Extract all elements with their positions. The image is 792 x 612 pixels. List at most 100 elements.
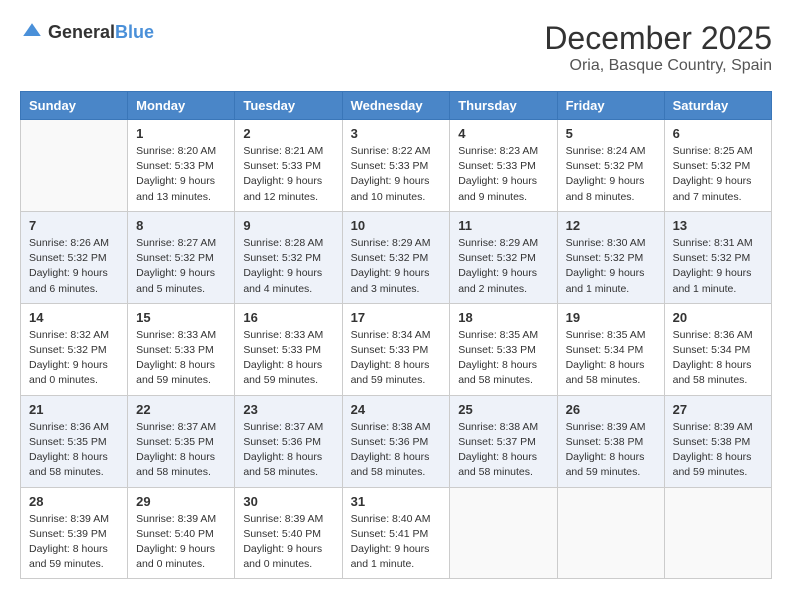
day-info: Sunrise: 8:33 AM Sunset: 5:33 PM Dayligh… — [136, 328, 226, 389]
day-number: 24 — [351, 402, 442, 417]
header-sunday: Sunday — [21, 92, 128, 120]
location-title: Oria, Basque Country, Spain — [544, 57, 772, 75]
day-number: 16 — [243, 310, 333, 325]
day-number: 27 — [673, 402, 763, 417]
calendar-cell: 24Sunrise: 8:38 AM Sunset: 5:36 PM Dayli… — [342, 395, 450, 487]
calendar-cell: 12 Sunrise: 8:30 AM Sunset: 5:32 PM Dayli… — [557, 211, 664, 303]
day-number: 23 — [243, 402, 333, 417]
day-number: 13 — [673, 218, 763, 233]
header-wednesday: Wednesday — [342, 92, 450, 120]
calendar-cell: 21 Sunrise: 8:36 AM Sunset: 5:35 PM Dayli… — [21, 395, 128, 487]
calendar: SundayMondayTuesdayWednesdayThursdayFrid… — [20, 91, 772, 579]
day-info: Sunrise: 8:37 AM Sunset: 5:35 PM Dayligh… — [136, 420, 226, 481]
day-info: Sunrise: 8:26 AM Sunset: 5:32 PM Dayligh… — [29, 236, 119, 297]
day-info: Sunrise: 8:39 AM Sunset: 5:39 PM Dayligh… — [29, 512, 119, 573]
day-number: 8 — [136, 218, 226, 233]
header-saturday: Saturday — [664, 92, 771, 120]
calendar-cell: 28 Sunrise: 8:39 AM Sunset: 5:39 PM Dayli… — [21, 487, 128, 579]
calendar-cell — [450, 487, 557, 579]
day-number: 21 — [29, 402, 119, 417]
day-number: 28 — [29, 494, 119, 509]
calendar-week-2: 7 Sunrise: 8:26 AM Sunset: 5:32 PM Daylig… — [21, 211, 772, 303]
calendar-cell: 19Sunrise: 8:35 AM Sunset: 5:34 PM Dayli… — [557, 303, 664, 395]
calendar-cell: 15 Sunrise: 8:33 AM Sunset: 5:33 PM Dayli… — [128, 303, 235, 395]
logo-icon — [20, 20, 44, 44]
day-info: Sunrise: 8:38 AM Sunset: 5:37 PM Dayligh… — [458, 420, 548, 481]
day-number: 6 — [673, 126, 763, 141]
calendar-cell: 16Sunrise: 8:33 AM Sunset: 5:33 PM Dayli… — [235, 303, 342, 395]
day-info: Sunrise: 8:36 AM Sunset: 5:34 PM Dayligh… — [673, 328, 763, 389]
day-number: 26 — [566, 402, 656, 417]
day-info: Sunrise: 8:29 AM Sunset: 5:32 PM Dayligh… — [458, 236, 548, 297]
logo-general: General — [48, 23, 115, 41]
calendar-cell: 13Sunrise: 8:31 AM Sunset: 5:32 PM Dayli… — [664, 211, 771, 303]
calendar-week-4: 21 Sunrise: 8:36 AM Sunset: 5:35 PM Dayli… — [21, 395, 772, 487]
day-number: 3 — [351, 126, 442, 141]
day-info: Sunrise: 8:24 AM Sunset: 5:32 PM Dayligh… — [566, 144, 656, 205]
day-number: 1 — [136, 126, 226, 141]
day-info: Sunrise: 8:39 AM Sunset: 5:38 PM Dayligh… — [673, 420, 763, 481]
day-info: Sunrise: 8:25 AM Sunset: 5:32 PM Dayligh… — [673, 144, 763, 205]
day-info: Sunrise: 8:29 AM Sunset: 5:32 PM Dayligh… — [351, 236, 442, 297]
calendar-cell: 20 Sunrise: 8:36 AM Sunset: 5:34 PM Dayli… — [664, 303, 771, 395]
calendar-cell: 3 Sunrise: 8:22 AM Sunset: 5:33 PM Daylig… — [342, 120, 450, 212]
day-info: Sunrise: 8:35 AM Sunset: 5:33 PM Dayligh… — [458, 328, 548, 389]
day-number: 17 — [351, 310, 442, 325]
day-number: 29 — [136, 494, 226, 509]
month-title: December 2025 — [544, 20, 772, 57]
calendar-cell: 7 Sunrise: 8:26 AM Sunset: 5:32 PM Daylig… — [21, 211, 128, 303]
calendar-cell: 29 Sunrise: 8:39 AM Sunset: 5:40 PM Dayli… — [128, 487, 235, 579]
day-number: 14 — [29, 310, 119, 325]
day-number: 12 — [566, 218, 656, 233]
calendar-header-row: SundayMondayTuesdayWednesdayThursdayFrid… — [21, 92, 772, 120]
calendar-week-5: 28 Sunrise: 8:39 AM Sunset: 5:39 PM Dayli… — [21, 487, 772, 579]
day-number: 22 — [136, 402, 226, 417]
day-info: Sunrise: 8:34 AM Sunset: 5:33 PM Dayligh… — [351, 328, 442, 389]
calendar-cell: 17 Sunrise: 8:34 AM Sunset: 5:33 PM Dayli… — [342, 303, 450, 395]
calendar-cell: 10 Sunrise: 8:29 AM Sunset: 5:32 PM Dayli… — [342, 211, 450, 303]
day-info: Sunrise: 8:37 AM Sunset: 5:36 PM Dayligh… — [243, 420, 333, 481]
day-number: 11 — [458, 218, 548, 233]
day-number: 7 — [29, 218, 119, 233]
calendar-cell — [21, 120, 128, 212]
header-tuesday: Tuesday — [235, 92, 342, 120]
day-number: 18 — [458, 310, 548, 325]
day-number: 31 — [351, 494, 442, 509]
header-monday: Monday — [128, 92, 235, 120]
calendar-cell: 14 Sunrise: 8:32 AM Sunset: 5:32 PM Dayli… — [21, 303, 128, 395]
day-info: Sunrise: 8:39 AM Sunset: 5:40 PM Dayligh… — [243, 512, 333, 573]
day-number: 2 — [243, 126, 333, 141]
day-info: Sunrise: 8:20 AM Sunset: 5:33 PM Dayligh… — [136, 144, 226, 205]
calendar-cell: 23 Sunrise: 8:37 AM Sunset: 5:36 PM Dayli… — [235, 395, 342, 487]
calendar-cell: 11 Sunrise: 8:29 AM Sunset: 5:32 PM Dayli… — [450, 211, 557, 303]
calendar-cell: 18 Sunrise: 8:35 AM Sunset: 5:33 PM Dayli… — [450, 303, 557, 395]
day-info: Sunrise: 8:30 AM Sunset: 5:32 PM Dayligh… — [566, 236, 656, 297]
day-info: Sunrise: 8:32 AM Sunset: 5:32 PM Dayligh… — [29, 328, 119, 389]
calendar-cell: 31 Sunrise: 8:40 AM Sunset: 5:41 PM Dayli… — [342, 487, 450, 579]
day-info: Sunrise: 8:39 AM Sunset: 5:40 PM Dayligh… — [136, 512, 226, 573]
day-number: 25 — [458, 402, 548, 417]
header-thursday: Thursday — [450, 92, 557, 120]
day-number: 10 — [351, 218, 442, 233]
day-number: 20 — [673, 310, 763, 325]
day-info: Sunrise: 8:23 AM Sunset: 5:33 PM Dayligh… — [458, 144, 548, 205]
calendar-cell: 22 Sunrise: 8:37 AM Sunset: 5:35 PM Dayli… — [128, 395, 235, 487]
day-info: Sunrise: 8:36 AM Sunset: 5:35 PM Dayligh… — [29, 420, 119, 481]
header: General Blue December 2025 Oria, Basque … — [20, 20, 772, 75]
day-number: 19 — [566, 310, 656, 325]
calendar-week-1: 1 Sunrise: 8:20 AM Sunset: 5:33 PM Daylig… — [21, 120, 772, 212]
day-info: Sunrise: 8:27 AM Sunset: 5:32 PM Dayligh… — [136, 236, 226, 297]
calendar-cell — [664, 487, 771, 579]
day-number: 15 — [136, 310, 226, 325]
calendar-cell: 1 Sunrise: 8:20 AM Sunset: 5:33 PM Daylig… — [128, 120, 235, 212]
calendar-cell: 30Sunrise: 8:39 AM Sunset: 5:40 PM Dayli… — [235, 487, 342, 579]
calendar-week-3: 14 Sunrise: 8:32 AM Sunset: 5:32 PM Dayli… — [21, 303, 772, 395]
day-info: Sunrise: 8:40 AM Sunset: 5:41 PM Dayligh… — [351, 512, 442, 573]
day-info: Sunrise: 8:22 AM Sunset: 5:33 PM Dayligh… — [351, 144, 442, 205]
calendar-cell: 27 Sunrise: 8:39 AM Sunset: 5:38 PM Dayli… — [664, 395, 771, 487]
calendar-cell: 2Sunrise: 8:21 AM Sunset: 5:33 PM Daylig… — [235, 120, 342, 212]
logo-blue: Blue — [115, 23, 154, 41]
day-info: Sunrise: 8:39 AM Sunset: 5:38 PM Dayligh… — [566, 420, 656, 481]
day-info: Sunrise: 8:28 AM Sunset: 5:32 PM Dayligh… — [243, 236, 333, 297]
title-area: December 2025 Oria, Basque Country, Spai… — [544, 20, 772, 75]
